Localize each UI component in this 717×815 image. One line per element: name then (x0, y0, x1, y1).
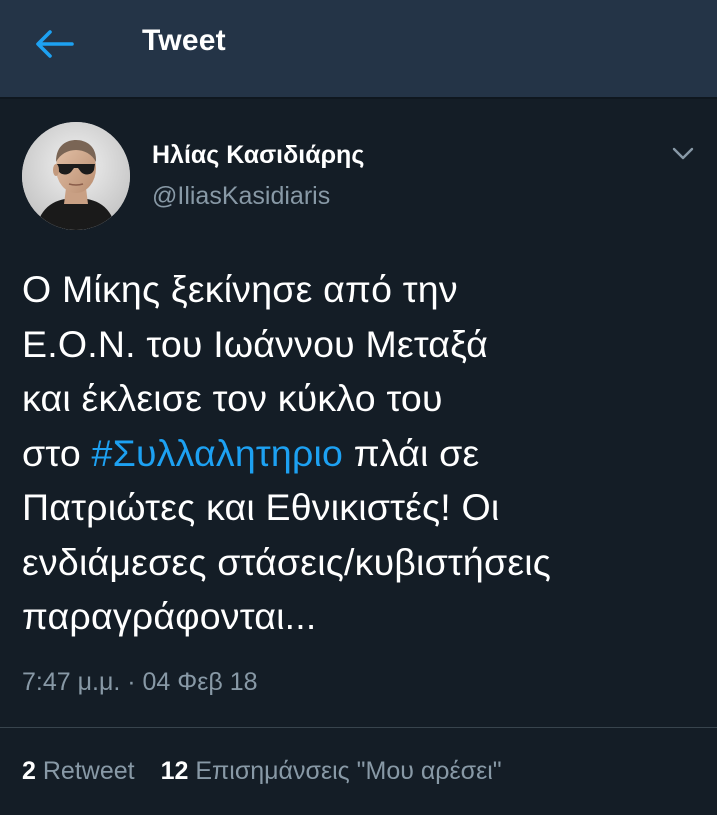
tweet-line: Ε.Ο.Ν. του Ιωάννου Μεταξά (22, 322, 489, 365)
tweet-line: και έκλεισε τον κύκλο του (22, 377, 443, 419)
profile-photo (22, 122, 130, 230)
top-bar: Tweet (0, 0, 717, 99)
tweet-screen: Tweet Ηλίας Κασιδιάρης @IliasKasidiaris … (0, 0, 717, 815)
author-handle[interactable]: @IliasKasidiaris (152, 182, 330, 211)
tweet-line: παραγράφονται... (22, 595, 317, 637)
likes-label: Επισημάνσεις "Μου αρέσει" (195, 757, 502, 785)
arrow-left-icon (36, 30, 74, 58)
tweet-line-suffix: πλάι σε (343, 431, 480, 474)
divider (0, 727, 717, 728)
tweet-line: Ο Μίκης ξεκίνησε από την (22, 268, 458, 310)
avatar[interactable] (22, 122, 130, 230)
retweets-stat[interactable]: 2 Retweet (22, 757, 135, 785)
back-button[interactable] (28, 22, 80, 66)
tweet-line: ενδιάμεσες στάσεις/κυβιστήσεις (22, 540, 552, 583)
retweet-label: Retweet (42, 757, 135, 785)
chevron-down-icon (672, 147, 694, 160)
tweet-line: στο #Συλλαλητηριο πλάι σε (22, 426, 712, 481)
tweet-menu-button[interactable] (665, 140, 701, 168)
retweet-count: 2 (22, 757, 36, 785)
page-title: Tweet (142, 24, 226, 57)
tweet-stats: 2 Retweet 12 Επισημάνσεις "Μου αρέσει" (22, 757, 502, 786)
hashtag-link[interactable]: #Συλλαλητηριο (92, 432, 344, 474)
likes-count: 12 (160, 757, 189, 785)
tweet-line: Πατριώτες και Εθνικιστές! Οι (22, 486, 500, 528)
author-display-name[interactable]: Ηλίας Κασιδιάρης (152, 141, 364, 170)
tweet-timestamp: 7:47 μ.μ. · 04 Φεβ 18 (22, 668, 258, 696)
tweet-line-prefix: στο (22, 431, 92, 474)
tweet-text: Ο Μίκης ξεκίνησε από την Ε.Ο.Ν. του Ιωάν… (22, 262, 712, 644)
likes-stat[interactable]: 12 Επισημάνσεις "Μου αρέσει" (161, 757, 502, 785)
